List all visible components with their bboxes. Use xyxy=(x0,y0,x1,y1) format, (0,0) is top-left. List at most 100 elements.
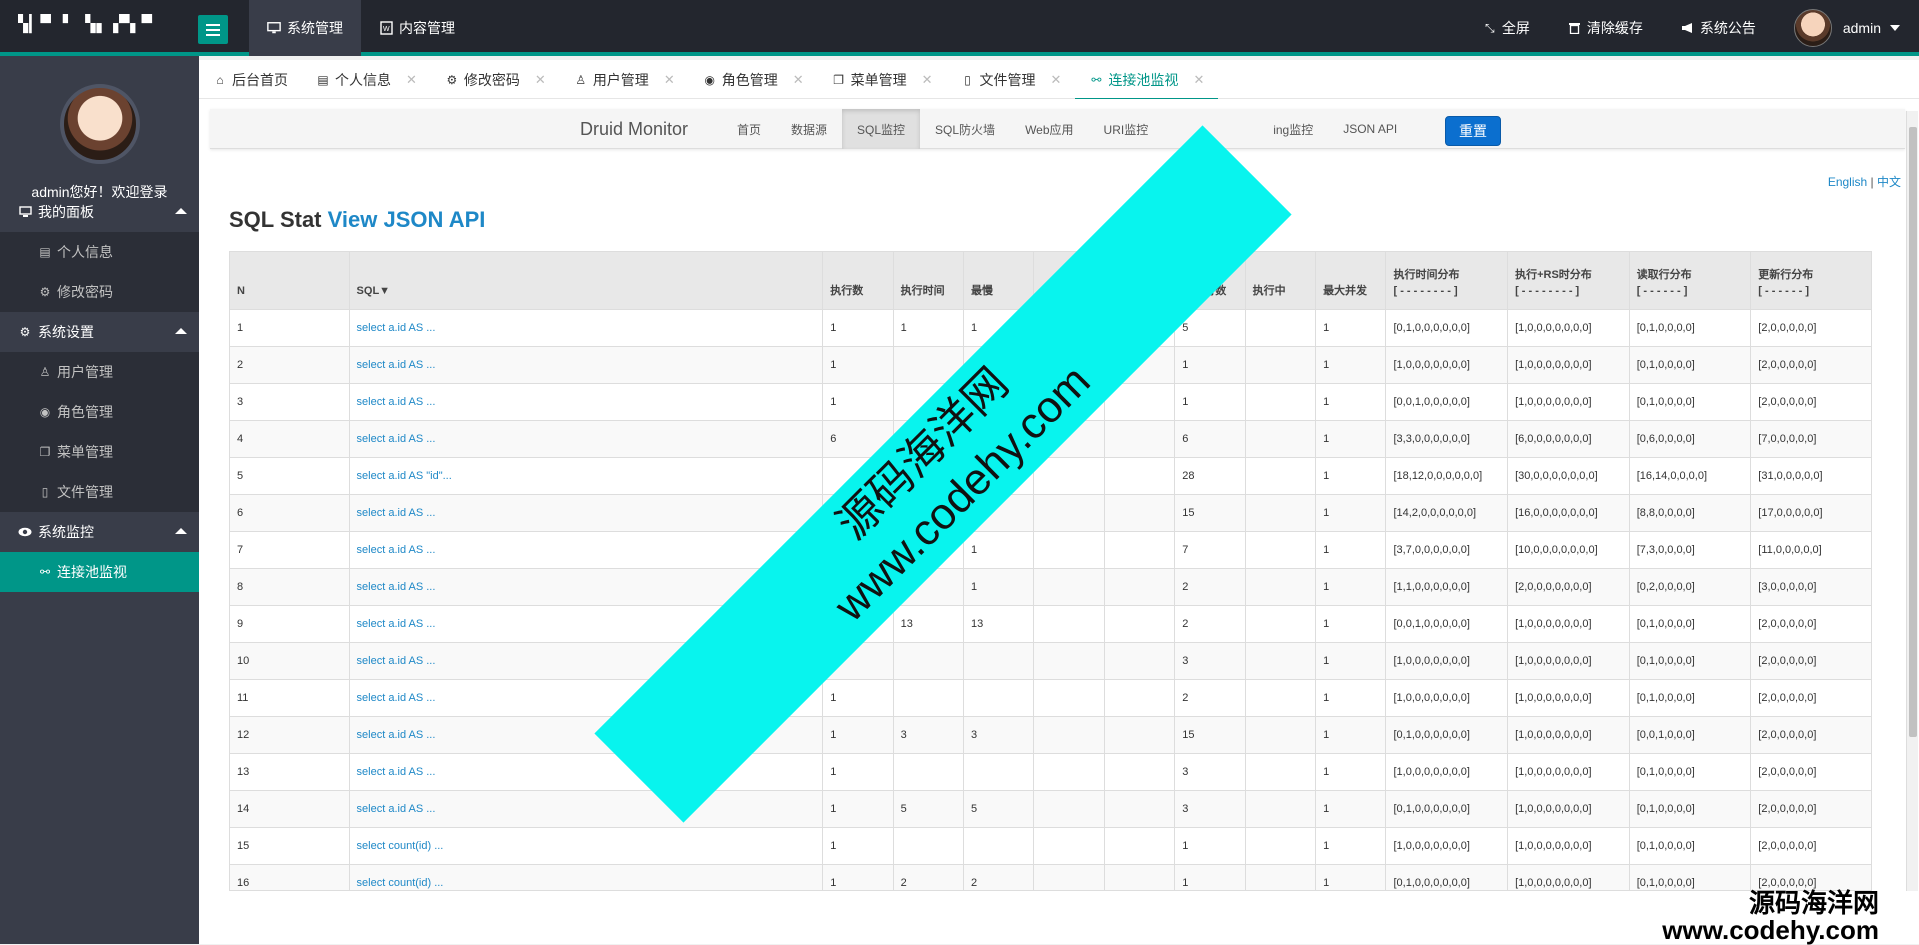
table-cell xyxy=(963,382,1035,420)
reset-button[interactable]: 重置 xyxy=(1445,116,1501,146)
sql-link[interactable]: select a.id AS ... xyxy=(357,692,436,704)
druid-link-hidden[interactable] xyxy=(1163,109,1258,149)
tab-password[interactable]: ⚙ 修改密码 ✕ xyxy=(431,60,560,99)
announcement-button[interactable]: 系统公告 xyxy=(1662,18,1775,38)
tab-label: 个人信息 xyxy=(335,71,391,88)
table-row: 12 select a.id AS ... 1 3 3 15 1 [0,1,0,0,0,0,0… xyxy=(230,715,1871,753)
gears-icon: ⚙ xyxy=(19,325,31,339)
tab-roles[interactable]: ◉ 角色管理 ✕ xyxy=(689,60,818,99)
druid-link-spring[interactable]: ing监控 xyxy=(1258,109,1328,149)
sql-link[interactable]: select a.id AS ... xyxy=(357,581,436,593)
app-logo[interactable]: ▚▎▀ ▘ ▚▖▗▀▖▀ xyxy=(18,14,153,40)
table-cell: 1 xyxy=(1315,419,1387,457)
sidebar-item-pool-monitor[interactable]: ⚯ 连接池监视 xyxy=(0,552,199,592)
table-cell: 12 xyxy=(230,715,350,753)
sidebar-item-roles[interactable]: ◉ 角色管理 xyxy=(0,392,199,432)
id-card-icon: ▤ xyxy=(39,245,51,259)
sql-link[interactable]: select a.id AS ... xyxy=(357,433,436,445)
table-cell xyxy=(1033,530,1105,568)
sql-stat-table: N SQL▼ 执行数 执行时间 最慢 读取行数 执行中 最大并发 执行时间分布 [ - - - … xyxy=(230,252,1871,890)
druid-link-sql[interactable]: SQL监控 xyxy=(842,109,921,149)
sidebar: admin您好！欢迎登录 我的面板 ▤ 个人信息 ⚙ 修改密码 ⚙ 系统设置 ♙ 用户… xyxy=(0,56,199,944)
scrollbar-thumb[interactable] xyxy=(1909,127,1917,737)
lang-english-link[interactable]: English xyxy=(1828,175,1867,189)
table-row: 10 select a.id AS ... 1 3 1 [1,0,0,0,0,0,0,0]… xyxy=(230,641,1871,679)
table-cell: [16,14,0,0,0,0] xyxy=(1629,456,1752,494)
top-nav-system[interactable]: 系统管理 xyxy=(249,0,361,56)
fullscreen-button[interactable]: ⤡ 全屏 xyxy=(1464,18,1549,38)
sidebar-item-menus[interactable]: ❐ 菜单管理 xyxy=(0,432,199,472)
sql-link[interactable]: select a.id AS ... xyxy=(357,618,436,630)
close-icon[interactable]: ✕ xyxy=(535,72,546,88)
table-cell: 4 xyxy=(230,419,350,457)
druid-link-wall[interactable]: SQL防火墙 xyxy=(920,109,1010,149)
close-icon[interactable]: ✕ xyxy=(793,72,804,88)
lang-chinese-link[interactable]: 中文 xyxy=(1877,175,1901,189)
top-nav-content[interactable]: W 内容管理 xyxy=(361,0,473,56)
sidebar-item-users[interactable]: ♙ 用户管理 xyxy=(0,352,199,392)
tab-pool-monitor[interactable]: ⚯ 连接池监视 ✕ xyxy=(1075,60,1219,100)
sql-link[interactable]: select a.id AS ... xyxy=(357,544,436,556)
druid-brand[interactable]: Druid Monitor xyxy=(580,119,688,140)
table-cell: 1 xyxy=(1315,789,1387,827)
column-header[interactable]: SQL▼ xyxy=(349,252,824,309)
table-cell xyxy=(1245,567,1317,605)
table-row: 5 select a.id AS "id"... 28 1 [18,12,0,0,0,0… xyxy=(230,456,1871,494)
tab-menus[interactable]: ❐ 菜单管理 ✕ xyxy=(818,60,947,99)
druid-link-json[interactable]: JSON API xyxy=(1328,109,1412,149)
scrollbar[interactable] xyxy=(1906,111,1918,891)
view-json-api-link[interactable]: View JSON API xyxy=(328,207,486,232)
sql-link[interactable]: select a.id AS ... xyxy=(357,729,436,741)
sql-link[interactable]: select a.id AS ... xyxy=(357,396,436,408)
tab-files[interactable]: ▯ 文件管理 ✕ xyxy=(947,60,1076,99)
tab-users[interactable]: ♙ 用户管理 ✕ xyxy=(560,60,689,99)
sidebar-item-profile[interactable]: ▤ 个人信息 xyxy=(0,232,199,272)
close-icon[interactable]: ✕ xyxy=(922,72,933,88)
user-menu[interactable]: admin xyxy=(1775,9,1919,47)
sidebar-group-settings[interactable]: ⚙ 系统设置 xyxy=(0,312,199,352)
table-cell: [1,0,0,0,0,0,0,0] xyxy=(1507,604,1630,642)
table-cell xyxy=(1104,789,1176,827)
tab-profile[interactable]: ▤ 个人信息 ✕ xyxy=(302,60,431,99)
sidebar-item-label: 修改密码 xyxy=(57,284,113,300)
close-icon[interactable]: ✕ xyxy=(1193,72,1204,88)
clear-cache-button[interactable]: 清除缓存 xyxy=(1549,18,1662,38)
clear-cache-label: 清除缓存 xyxy=(1586,20,1643,36)
table-cell xyxy=(1245,715,1317,753)
table-cell: 1 xyxy=(822,863,894,890)
close-icon[interactable]: ✕ xyxy=(664,72,675,88)
druid-link-home[interactable]: 首页 xyxy=(722,109,776,149)
menu-toggle-button[interactable] xyxy=(198,15,228,44)
druid-link-uri[interactable]: URI监控 xyxy=(1089,109,1164,149)
sql-link[interactable]: select a.id AS ... xyxy=(357,655,436,667)
close-icon[interactable]: ✕ xyxy=(1051,72,1062,88)
sql-link[interactable]: select a.id AS ... xyxy=(357,766,436,778)
druid-link-datasource[interactable]: 数据源 xyxy=(776,109,842,149)
sidebar-item-password[interactable]: ⚙ 修改密码 xyxy=(0,272,199,312)
sidebar-group-monitor[interactable]: 系统监控 xyxy=(0,512,199,552)
table-row: 4 select a.id AS ... 6 6 1 [3,3,0,0,0,0,0,0][… xyxy=(230,419,1871,457)
sql-link[interactable]: select a.id AS ... xyxy=(357,322,436,334)
table-cell: 11 xyxy=(230,678,350,716)
table-cell: 1 xyxy=(1315,456,1387,494)
table-cell: 1 xyxy=(1315,308,1387,346)
table-cell: 15 xyxy=(1174,493,1246,531)
table-cell: [1,0,0,0,0,0,0,0] xyxy=(1385,678,1509,716)
user-name: admin xyxy=(1842,20,1881,36)
tab-home[interactable]: ⌂ 后台首页 xyxy=(199,60,302,99)
sql-link[interactable]: select a.id AS ... xyxy=(357,359,436,371)
druid-link-webapp[interactable]: Web应用 xyxy=(1010,109,1088,149)
sql-link[interactable]: select a.id AS ... xyxy=(357,803,436,815)
close-icon[interactable]: ✕ xyxy=(406,72,417,88)
sql-link[interactable]: select a.id AS ... xyxy=(357,507,436,519)
table-cell: 15 xyxy=(1174,715,1246,753)
sql-link[interactable]: select count(id) ... xyxy=(357,840,444,852)
table-cell: 1 xyxy=(822,382,894,420)
sql-link[interactable]: select a.id AS "id"... xyxy=(357,470,452,482)
sidebar-item-files[interactable]: ▯ 文件管理 xyxy=(0,472,199,512)
table-cell xyxy=(1033,863,1105,890)
sql-link[interactable]: select count(id) ... xyxy=(357,877,444,889)
sidebar-group-dashboard[interactable]: 我的面板 xyxy=(0,192,199,232)
table-cell xyxy=(1104,345,1176,383)
table-cell xyxy=(1104,641,1176,679)
